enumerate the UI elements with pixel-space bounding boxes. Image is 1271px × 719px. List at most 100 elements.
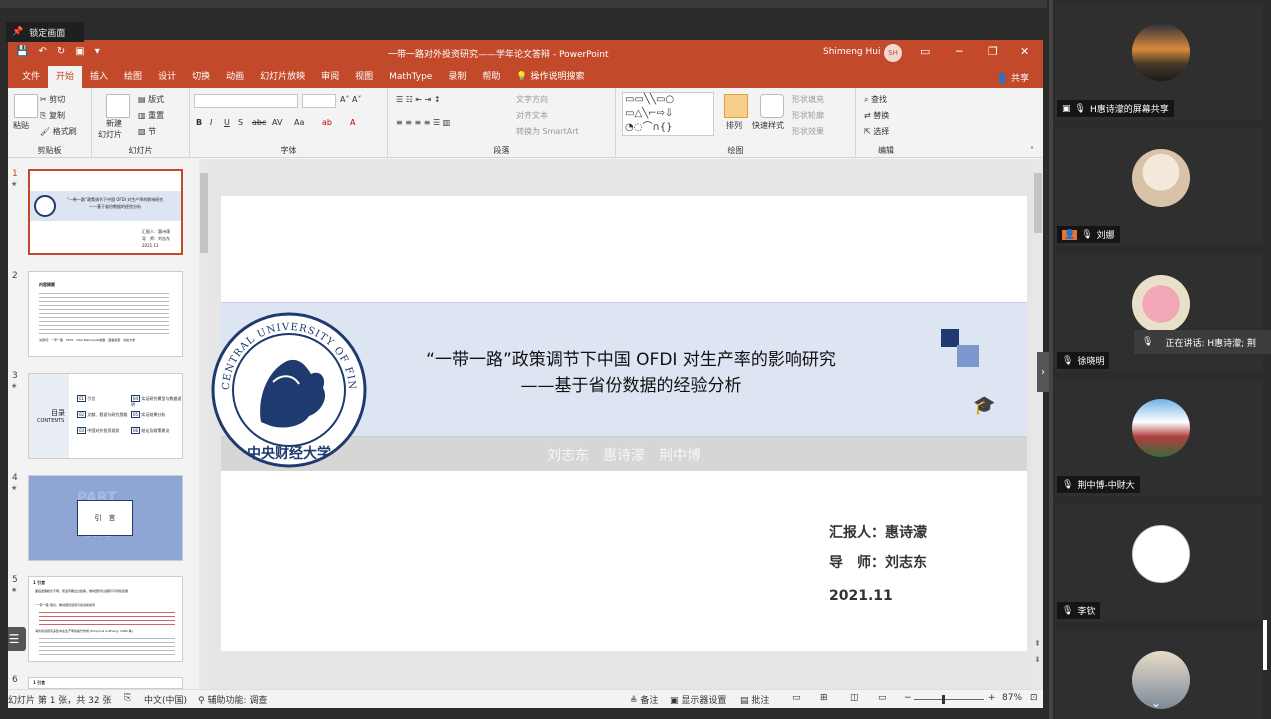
- notes-button[interactable]: ≜ 备注: [630, 693, 658, 706]
- tab-file[interactable]: 文件: [14, 66, 48, 88]
- zoom-slider[interactable]: [914, 699, 984, 700]
- accessibility-status[interactable]: ⚲ 辅助功能: 调查: [198, 693, 267, 706]
- normal-view-icon[interactable]: ▭: [792, 693, 801, 703]
- share-button[interactable]: 👤 共享: [997, 71, 1029, 84]
- collapse-ribbon-icon[interactable]: ˄: [1030, 146, 1034, 155]
- bullets-icon[interactable]: ☰ ☷ ⇤ ⇥ ↕: [396, 95, 441, 104]
- participant-tile[interactable]: 🎙 荆中博-中财大: [1055, 378, 1263, 496]
- display-settings-button[interactable]: ▣ 显示器设置: [670, 693, 726, 706]
- lock-screen-button[interactable]: 📌 锁定画面: [6, 22, 84, 42]
- slide-thumbnail-3[interactable]: 目录 CONTENTS 01 引言 02 文献、假说与研究思路 03 中国对外投…: [28, 373, 183, 459]
- tab-mathtype[interactable]: MathType: [381, 66, 440, 88]
- chevron-down-icon[interactable]: ⌄: [1151, 696, 1161, 710]
- fit-slide-icon[interactable]: ⊡: [1030, 693, 1038, 703]
- prev-slide-icon[interactable]: ⇞: [1034, 639, 1041, 648]
- shape-outline-button[interactable]: 形状轮廓: [792, 110, 824, 121]
- zoom-out-icon[interactable]: −: [904, 693, 912, 703]
- slide-thumbnail-1[interactable]: “一带一路”政策调节下中国 OFDI 对生产率的影响研究 ——基于省份数据的经验…: [28, 169, 183, 255]
- participant-tile[interactable]: ▣ 🎙 H惠诗濛的屏幕共享: [1055, 2, 1263, 120]
- align-icons[interactable]: ≡ ≡ ≡ ≡ ☰ ▥: [396, 118, 450, 127]
- spacing-icon[interactable]: AV: [272, 118, 282, 127]
- slide-thumbnail-5[interactable]: 1 引言 面临发展模式不再，而逆周期出台政策，推动国际化进程与可持续发展 “一带…: [28, 576, 183, 662]
- font-color-icon[interactable]: A: [350, 118, 355, 127]
- section-button[interactable]: ▧ 节: [138, 126, 156, 137]
- maximize-icon[interactable]: ❐: [988, 45, 998, 58]
- tab-animations[interactable]: 动画: [218, 66, 252, 88]
- new-slide-button[interactable]: 新建: [106, 118, 122, 129]
- slideshow-view-icon[interactable]: ▭: [878, 693, 887, 703]
- scroll-thumb[interactable]: [1034, 173, 1042, 233]
- shape-effects-button[interactable]: 形状效果: [792, 126, 824, 137]
- minimize-icon[interactable]: ─: [956, 45, 963, 58]
- save-icon[interactable]: 💾: [16, 46, 28, 57]
- sorter-view-icon[interactable]: ⊞: [820, 693, 828, 703]
- user-name[interactable]: Shimeng Hui: [823, 47, 880, 57]
- thumbnail-scrollbar[interactable]: [199, 159, 209, 689]
- tab-review[interactable]: 审阅: [313, 66, 347, 88]
- ribbon-display-icon[interactable]: ▭: [920, 45, 930, 58]
- paste-button[interactable]: 粘贴: [13, 120, 29, 131]
- new-slide-button-2[interactable]: 幻灯片: [98, 129, 122, 140]
- slide-scrollbar[interactable]: ⇞ ⇟: [1033, 159, 1043, 689]
- slide-thumbnail-2[interactable]: 内容摘要 关键词：一带一路 OFDI GDA Malmquist指数 面板模型 …: [28, 271, 183, 357]
- italic-icon[interactable]: I: [210, 118, 212, 127]
- highlight-icon[interactable]: ab: [322, 118, 332, 127]
- slide-thumbnail-4[interactable]: PART ONE 引 言: [28, 475, 183, 561]
- change-case-icon[interactable]: Aa: [294, 118, 304, 127]
- shadow-icon[interactable]: S: [238, 118, 243, 127]
- close-icon[interactable]: ✕: [1020, 45, 1029, 58]
- participant-tile[interactable]: 🎙 徐晓明: [1055, 254, 1263, 372]
- tab-draw[interactable]: 绘图: [116, 66, 150, 88]
- user-avatar[interactable]: SH: [884, 44, 902, 62]
- paste-icon[interactable]: [14, 94, 38, 118]
- participant-tile[interactable]: 🎙 李钦: [1055, 504, 1263, 622]
- tab-view[interactable]: 视图: [347, 66, 381, 88]
- customize-icon[interactable]: ▾: [95, 46, 100, 57]
- format-painter-button[interactable]: 🖌 格式刷: [40, 126, 77, 137]
- grow-font-icon[interactable]: A˄ A˅: [340, 95, 362, 104]
- text-direction-button[interactable]: 文字方向: [516, 94, 548, 105]
- reset-button[interactable]: ▥ 重置: [138, 110, 164, 121]
- quick-styles-icon[interactable]: [760, 94, 784, 118]
- panel-divider[interactable]: [1049, 0, 1053, 719]
- arrange-icon[interactable]: [724, 94, 748, 118]
- tab-help[interactable]: 帮助: [474, 66, 508, 88]
- collapse-panel-button[interactable]: ›: [1037, 352, 1049, 392]
- next-slide-icon[interactable]: ⇟: [1034, 655, 1041, 664]
- bold-icon[interactable]: B: [196, 118, 202, 127]
- replace-button[interactable]: ⇄ 替换: [864, 110, 889, 121]
- tab-design[interactable]: 设计: [150, 66, 184, 88]
- arrange-button[interactable]: 排列: [726, 120, 742, 131]
- underline-icon[interactable]: U: [224, 118, 230, 127]
- spellcheck-icon[interactable]: ⎘: [124, 693, 131, 703]
- font-name-combo[interactable]: [194, 94, 298, 108]
- tab-insert[interactable]: 插入: [82, 66, 116, 88]
- align-text-button[interactable]: 对齐文本: [516, 110, 548, 121]
- slide-thumbnail-6[interactable]: 1 引言: [28, 677, 183, 689]
- shapes-gallery[interactable]: ▭▭╲╲▭○ ▭△╲⌐⇨⇩ ◔◌⌒∩{}: [622, 92, 714, 136]
- find-button[interactable]: ⌕ 查找: [864, 94, 887, 105]
- scroll-thumb[interactable]: [200, 173, 208, 253]
- current-slide[interactable]: “一带一路”政策调节下中国 OFDI 对生产率的影响研究 ——基于省份数据的经验…: [205, 196, 1027, 651]
- new-slide-icon[interactable]: [106, 94, 130, 118]
- tab-record[interactable]: 录制: [440, 66, 474, 88]
- zoom-level[interactable]: 87%: [1002, 693, 1022, 703]
- participant-tile[interactable]: 👤 🎙 刘娜: [1055, 128, 1263, 246]
- strikethrough-icon[interactable]: abc: [252, 118, 266, 127]
- undo-icon[interactable]: ↶: [38, 46, 46, 57]
- tab-home[interactable]: 开始: [48, 66, 83, 88]
- zoom-slider-handle[interactable]: [942, 695, 945, 704]
- redo-icon[interactable]: ↻: [57, 46, 65, 57]
- sidebar-scrollbar[interactable]: [1263, 620, 1267, 670]
- shape-fill-button[interactable]: 形状填充: [792, 94, 824, 105]
- copy-button[interactable]: ⎘ 复制: [40, 110, 65, 121]
- font-size-combo[interactable]: [302, 94, 336, 108]
- zoom-in-icon[interactable]: +: [988, 693, 996, 703]
- comments-button[interactable]: ▤ 批注: [740, 693, 769, 706]
- participant-tile[interactable]: ⌄: [1055, 630, 1263, 719]
- tab-transitions[interactable]: 切换: [184, 66, 218, 88]
- tab-slideshow[interactable]: 幻灯片放映: [252, 66, 313, 88]
- quick-styles-button[interactable]: 快速样式: [752, 120, 784, 131]
- tell-me-search[interactable]: 💡 操作说明搜索: [508, 66, 592, 88]
- smartart-button[interactable]: 转换为 SmartArt: [516, 126, 579, 137]
